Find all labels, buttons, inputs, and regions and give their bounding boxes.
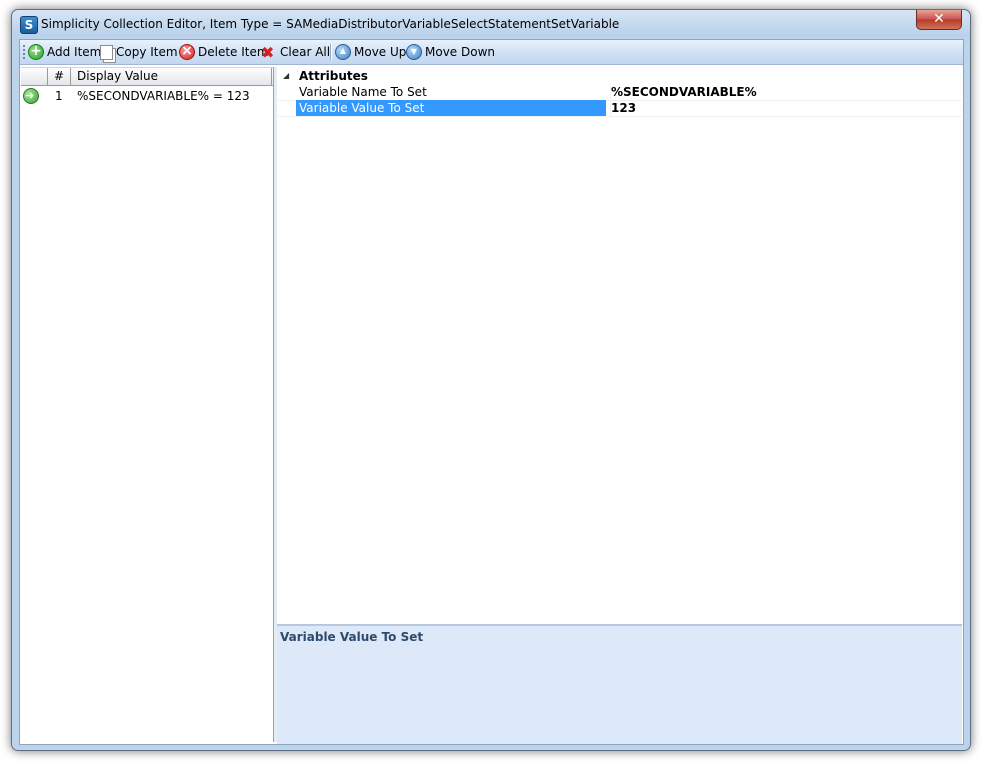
list-header: # Display Value: [21, 67, 273, 86]
clear-all-label: Clear All: [280, 45, 331, 59]
move-up-button[interactable]: Move Up: [335, 43, 406, 61]
app-icon: S: [20, 16, 38, 34]
clear-all-button[interactable]: Clear All: [261, 43, 331, 62]
collection-editor-window: S Simplicity Collection Editor, Item Typ…: [11, 9, 971, 751]
toolbar-separator: [330, 44, 332, 60]
help-title: Variable Value To Set: [280, 630, 424, 644]
list-item-display-value: %SECONDVARIABLE% = 123: [77, 89, 250, 103]
display-value-column-header[interactable]: Display Value: [71, 68, 272, 85]
row-icon-column-header[interactable]: [21, 68, 48, 85]
clear-icon: [261, 43, 277, 62]
help-pane: Variable Value To Set: [277, 624, 962, 744]
move-down-button[interactable]: Move Down: [406, 43, 495, 61]
title-bar[interactable]: S Simplicity Collection Editor, Item Typ…: [12, 10, 970, 39]
item-list[interactable]: # Display Value 1 %SECONDVARIABLE% = 123: [21, 67, 274, 742]
add-item-button[interactable]: Add Item: [28, 43, 101, 61]
add-item-label: Add Item: [47, 45, 102, 59]
collapse-triangle-icon[interactable]: ◢: [283, 68, 289, 84]
delete-item-button[interactable]: Delete Item: [179, 43, 269, 61]
list-item[interactable]: 1 %SECONDVARIABLE% = 123: [21, 87, 273, 105]
client-area: Add Item Copy Item Delete Item Clear All…: [19, 39, 964, 745]
property-value[interactable]: %SECONDVARIABLE%: [611, 84, 757, 100]
toolbar: Add Item Copy Item Delete Item Clear All…: [20, 40, 963, 65]
index-column-header[interactable]: #: [48, 68, 71, 85]
property-row-variable-value[interactable]: Variable Value To Set 123: [277, 100, 962, 117]
property-value[interactable]: 123: [611, 100, 636, 116]
close-button[interactable]: ✕: [916, 10, 962, 30]
property-row-variable-name[interactable]: Variable Name To Set %SECONDVARIABLE%: [277, 84, 962, 101]
delete-item-label: Delete Item: [198, 45, 269, 59]
copy-item-label: Copy Item: [116, 45, 178, 59]
property-name-selected[interactable]: Variable Value To Set: [296, 100, 606, 116]
copy-icon: [100, 44, 113, 60]
category-label: Attributes: [299, 69, 368, 83]
category-attributes[interactable]: ◢ Attributes: [277, 68, 962, 84]
property-grid: ◢ Attributes Variable Name To Set %SECON…: [277, 67, 962, 587]
copy-item-button[interactable]: Copy Item: [100, 43, 178, 61]
list-item-index: 1: [55, 89, 63, 103]
move-up-label: Move Up: [354, 45, 407, 59]
arrow-up-icon: [335, 44, 351, 60]
green-arrow-icon: [23, 87, 39, 105]
toolbar-grip[interactable]: [23, 45, 25, 60]
add-icon: [28, 43, 44, 60]
window-title: Simplicity Collection Editor, Item Type …: [41, 17, 620, 31]
property-name[interactable]: Variable Name To Set: [296, 84, 606, 100]
move-down-label: Move Down: [425, 45, 495, 59]
delete-icon: [179, 43, 195, 60]
arrow-down-icon: [406, 44, 422, 60]
